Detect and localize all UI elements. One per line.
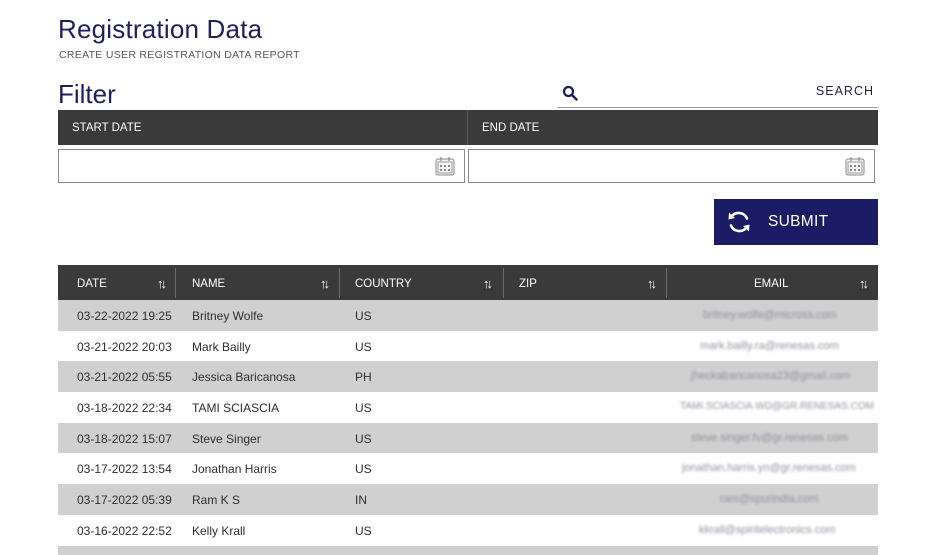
cell-date: 03-17-2022 13:54 <box>77 462 172 477</box>
sort-icon[interactable]: ↑↓ <box>320 276 330 291</box>
table-row[interactable]: 03-18-2022 22:34 TAMI SCIASCIA US TAMI.S… <box>58 392 878 423</box>
sort-icon[interactable]: ↑↓ <box>647 276 657 291</box>
column-label: DATE <box>77 278 107 290</box>
cell-country: US <box>355 431 372 446</box>
table-row[interactable]: 03-21-2022 20:03 Mark Bailly US mark.bai… <box>58 331 878 362</box>
cell-email: TAMI.SCIASCIA.WD@GR.RENESAS.COM <box>680 401 874 413</box>
search-input[interactable] <box>587 83 737 103</box>
start-date-field[interactable] <box>58 149 465 183</box>
table-row[interactable]: 03-22-2022 19:25 Britney Wolfe US britne… <box>58 300 878 331</box>
calendar-icon[interactable] <box>434 155 456 177</box>
table-row[interactable]: 03-21-2022 05:55 Jessica Baricanosa PH j… <box>58 361 878 393</box>
page-subtitle: CREATE USER REGISTRATION DATA REPORT <box>59 49 300 61</box>
registration-table: DATE ↑↓ NAME ↑↓ COUNTRY ↑↓ ZIP ↑↓ EMAIL … <box>58 265 878 555</box>
table-row[interactable]: 03-17-2022 13:54 Jonathan Harris US jona… <box>58 453 878 484</box>
cell-date: 03-21-2022 20:03 <box>77 339 172 354</box>
cell-country: US <box>355 401 372 416</box>
submit-label: SUBMIT <box>768 213 829 230</box>
cell-name: Jessica Baricanosa <box>192 370 296 385</box>
date-range-header: START DATE END DATE <box>58 110 878 145</box>
search-label[interactable]: SEARCH <box>816 84 874 98</box>
cell-country: US <box>355 339 372 354</box>
cell-country: IN <box>355 493 367 508</box>
table-header: DATE ↑↓ NAME ↑↓ COUNTRY ↑↓ ZIP ↑↓ EMAIL … <box>58 265 878 300</box>
cell-date: 03-16-2022 22:52 <box>77 523 172 538</box>
table-row[interactable]: 03-16-2022 22:52 Kelly Krall US kkrall@s… <box>58 515 878 546</box>
column-header-date[interactable]: DATE ↑↓ <box>58 265 175 300</box>
end-date-input[interactable] <box>475 156 815 176</box>
cell-date: 03-18-2022 22:34 <box>77 401 172 416</box>
column-label: COUNTRY <box>355 278 412 290</box>
calendar-icon[interactable] <box>844 155 866 177</box>
cell-date: 03-22-2022 19:25 <box>77 309 172 323</box>
sort-icon[interactable]: ↑↓ <box>859 276 869 291</box>
cell-name: TAMI SCIASCIA <box>192 401 280 416</box>
cell-email: mark.bailly.ra@renesas.com <box>700 339 839 352</box>
header-divider <box>467 110 468 145</box>
column-header-country[interactable]: COUNTRY ↑↓ <box>340 265 503 300</box>
column-label: NAME <box>192 278 226 290</box>
end-date-field[interactable] <box>468 149 875 183</box>
table-row[interactable] <box>58 545 878 555</box>
cell-name: Britney Wolfe <box>192 309 264 323</box>
cell-date: 03-17-2022 05:39 <box>77 493 172 508</box>
table-row[interactable]: 03-17-2022 05:39 Ram K S IN ram@spurindi… <box>58 484 878 515</box>
start-date-input[interactable] <box>65 156 405 176</box>
start-date-label: START DATE <box>72 122 142 134</box>
cell-email: britney.wolfe@micross.com <box>703 309 837 321</box>
cell-country: US <box>355 462 372 477</box>
cell-country: US <box>355 309 372 323</box>
search-box[interactable]: SEARCH <box>557 81 878 108</box>
cell-date: 03-18-2022 15:07 <box>77 431 172 446</box>
cell-email: steve.singer.fv@gr.renesas.com <box>691 431 848 444</box>
submit-button[interactable]: SUBMIT <box>714 199 878 245</box>
table-row[interactable]: 03-18-2022 15:07 Steve Singer US steve.s… <box>58 422 878 454</box>
cell-country: US <box>355 523 372 538</box>
end-date-label: END DATE <box>482 122 540 134</box>
refresh-icon <box>728 211 750 233</box>
cell-name: Jonathan Harris <box>192 462 277 477</box>
cell-name: Ram K S <box>192 493 241 508</box>
cell-email: jonathan.harris.yn@gr.renesas.com <box>682 462 856 475</box>
sort-icon[interactable]: ↑↓ <box>483 276 493 291</box>
column-label: EMAIL <box>754 278 789 290</box>
search-icon[interactable] <box>562 85 578 101</box>
column-header-zip[interactable]: ZIP ↑↓ <box>504 265 667 300</box>
page-title: Registration Data <box>58 14 263 44</box>
cell-name: Kelly Krall <box>192 523 246 538</box>
column-label: ZIP <box>519 278 537 290</box>
cell-email: ram@spurindia.com <box>720 493 819 506</box>
column-header-email[interactable]: EMAIL ↑↓ <box>667 265 878 300</box>
cell-country: PH <box>355 370 372 385</box>
sort-icon[interactable]: ↑↓ <box>157 276 167 291</box>
cell-date: 03-21-2022 05:55 <box>77 370 172 385</box>
cell-name: Mark Bailly <box>192 339 251 354</box>
filter-title: Filter <box>58 79 116 109</box>
column-header-name[interactable]: NAME ↑↓ <box>176 265 339 300</box>
cell-name: Steve Singer <box>192 431 261 446</box>
cell-email: kkrall@spiritelectronics.com <box>699 523 836 536</box>
cell-email: jheckabaricanosa23@gmail.com <box>691 370 851 383</box>
